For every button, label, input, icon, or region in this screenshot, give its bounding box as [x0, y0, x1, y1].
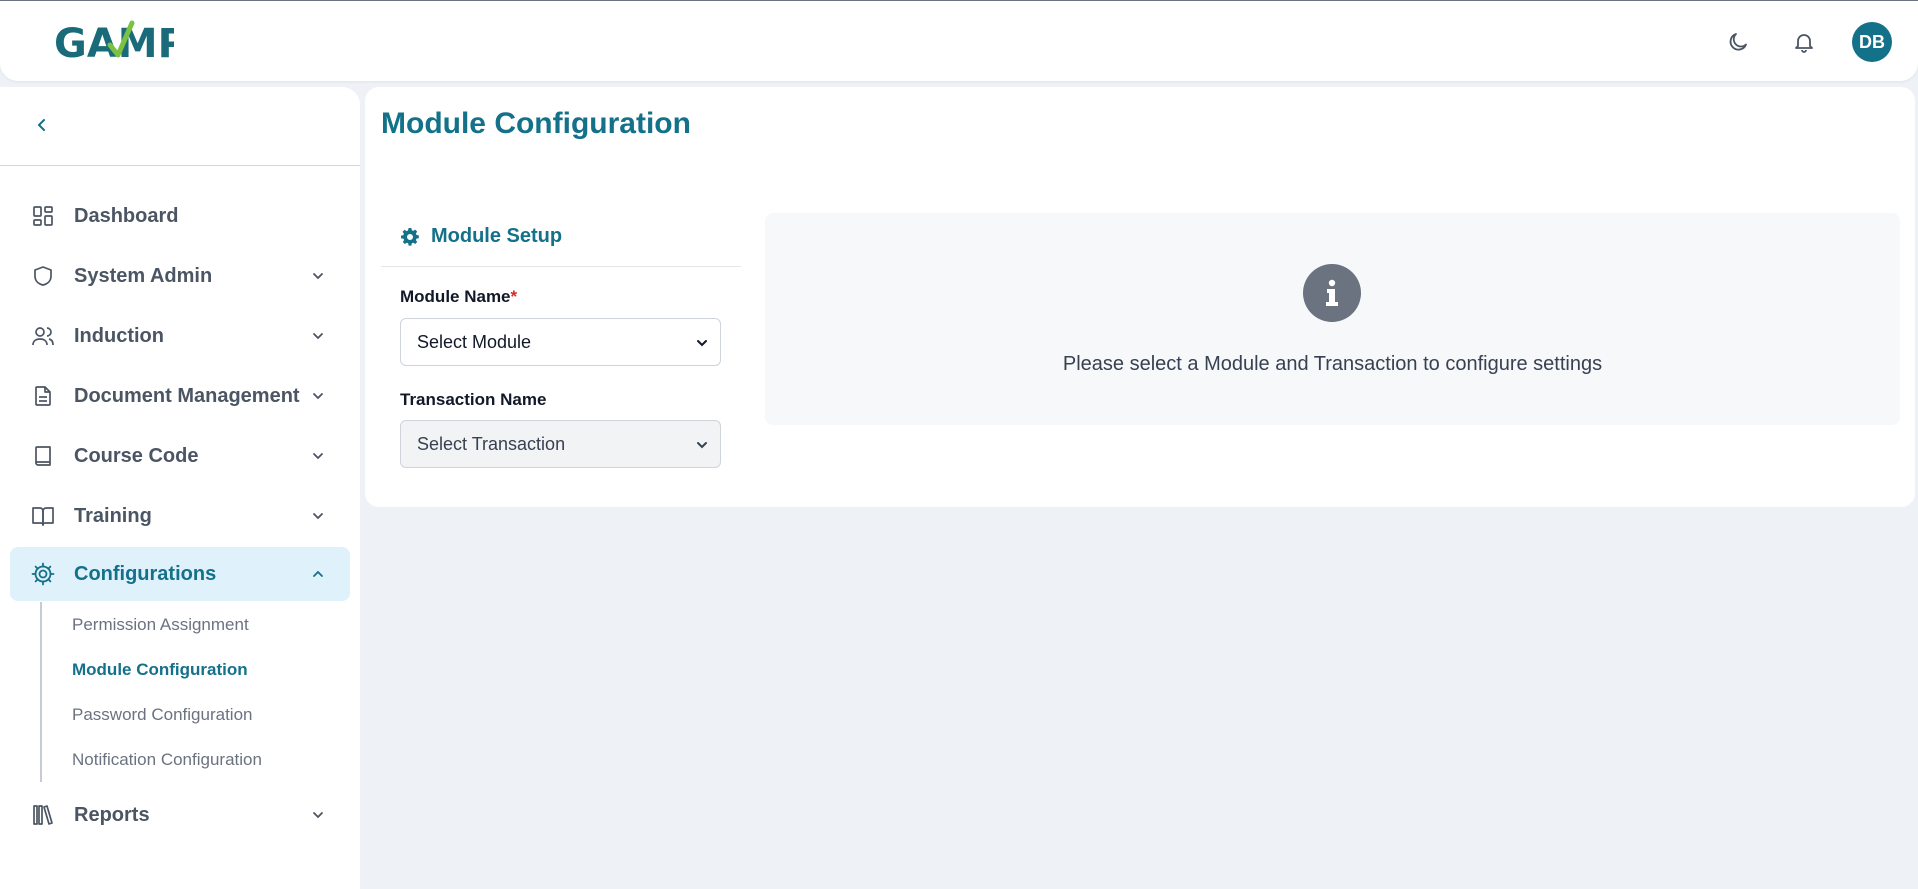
chevron-down-icon	[308, 386, 328, 406]
users-icon	[30, 323, 56, 349]
shield-icon	[30, 263, 56, 289]
chevron-left-icon	[38, 119, 45, 131]
moon-icon	[1729, 33, 1747, 51]
chevron-down-icon	[308, 266, 328, 286]
submenu-item-permission-assignment[interactable]: Permission Assignment	[72, 615, 249, 635]
logo-text: GAMP	[54, 21, 174, 67]
submenu-guide-line	[40, 602, 42, 782]
submenu-item-notification-configuration[interactable]: Notification Configuration	[72, 750, 262, 770]
open-book-icon	[30, 503, 56, 529]
dashboard-icon	[30, 203, 56, 229]
sidebar-item-label: Reports	[74, 803, 150, 826]
sidebar-item-reports[interactable]: Reports	[10, 788, 350, 842]
module-name-selected-value: Select Module	[417, 331, 532, 352]
notifications-button[interactable]	[1786, 24, 1822, 60]
sidebar-item-configurations[interactable]: Configurations	[10, 547, 350, 601]
module-name-label-text: Module Name	[400, 287, 511, 306]
sidebar-item-label: Induction	[74, 324, 164, 347]
header-actions: DB	[1720, 21, 1892, 63]
info-icon	[1303, 264, 1361, 322]
sidebar-item-label: Training	[74, 504, 152, 527]
sidebar-item-dashboard[interactable]: Dashboard	[10, 189, 350, 243]
module-name-label: Module Name*	[400, 287, 517, 307]
sidebar-item-label: Document Management	[74, 384, 300, 407]
chevron-up-icon	[308, 564, 328, 584]
cog-icon	[30, 561, 56, 587]
top-header: GAMP DB	[0, 0, 1918, 81]
sidebar: Dashboard System Admin Induction Documen…	[0, 87, 360, 889]
sidebar-item-label: System Admin	[74, 264, 213, 287]
module-name-select[interactable]: Select Module	[400, 318, 721, 366]
transaction-name-selected-value: Select Transaction	[417, 433, 566, 454]
sidebar-divider	[0, 165, 360, 166]
bell-icon	[1795, 34, 1813, 53]
sidebar-item-label: Course Code	[74, 444, 199, 467]
theme-toggle-button[interactable]	[1720, 24, 1756, 60]
document-icon	[30, 383, 56, 409]
module-setup-title: Module Setup	[431, 225, 563, 247]
sidebar-item-course-code[interactable]: Course Code	[10, 429, 350, 483]
chevron-down-icon	[308, 506, 328, 526]
info-placeholder-panel: Please select a Module and Transaction t…	[765, 213, 1900, 425]
sidebar-item-label: Dashboard	[74, 204, 179, 227]
library-icon	[30, 802, 56, 828]
chevron-down-icon	[308, 805, 328, 825]
gear-icon	[399, 226, 421, 248]
app-logo[interactable]: GAMP	[54, 15, 174, 67]
transaction-name-select[interactable]: Select Transaction	[400, 420, 721, 468]
book-icon	[30, 443, 56, 469]
page-title: Module Configuration	[381, 107, 691, 140]
main-content-card: Module Configuration Module Setup Module…	[365, 87, 1915, 507]
module-setup-header: Module Setup	[381, 207, 741, 267]
sidebar-item-training[interactable]: Training	[10, 489, 350, 543]
info-message: Please select a Module and Transaction t…	[1062, 353, 1603, 375]
chevron-down-icon	[308, 326, 328, 346]
chevron-down-icon	[308, 446, 328, 466]
submenu-item-password-configuration[interactable]: Password Configuration	[72, 705, 252, 725]
module-setup-panel: Module Setup Module Name* Select Module …	[381, 207, 741, 497]
transaction-name-label: Transaction Name	[400, 390, 547, 409]
chevron-down-icon	[694, 437, 710, 453]
sidebar-item-system-admin[interactable]: System Admin	[10, 249, 350, 303]
sidebar-item-document-management[interactable]: Document Management	[10, 369, 350, 423]
sidebar-item-label: Configurations	[74, 562, 217, 585]
submenu-item-module-configuration[interactable]: Module Configuration	[72, 660, 248, 680]
user-avatar[interactable]: DB	[1852, 22, 1892, 62]
chevron-down-icon	[694, 335, 710, 351]
required-mark: *	[510, 287, 518, 306]
logo-graphic: GAMP	[54, 20, 174, 67]
sidebar-collapse-button[interactable]	[30, 113, 54, 137]
sidebar-item-induction[interactable]: Induction	[10, 309, 350, 363]
